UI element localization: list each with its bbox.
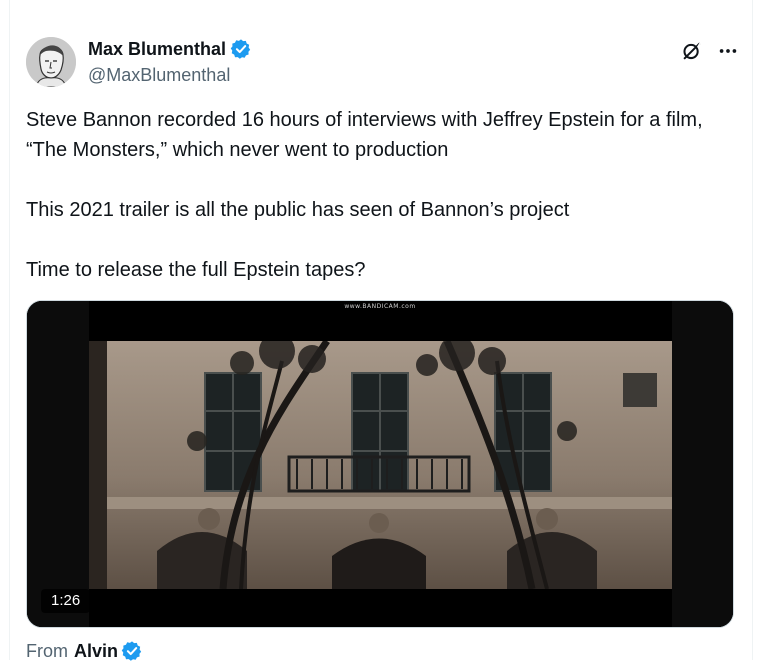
tweet-paragraph-1: Steve Bannon recorded 16 hours of interv… (26, 109, 703, 161)
source-account-link[interactable]: Alvin (74, 640, 118, 662)
video-player[interactable]: www.BANDICAM.com 1:26 (26, 300, 734, 628)
video-duration-badge: 1:26 (41, 589, 91, 613)
author-name-row: Max Blumenthal (88, 38, 252, 60)
tweet-text: Steve Bannon recorded 16 hours of interv… (26, 105, 736, 285)
tweet-paragraph-3: Time to release the full Epstein tapes? (26, 259, 366, 281)
tweet-top-actions (681, 40, 739, 62)
grok-icon[interactable] (681, 40, 703, 62)
tweet-paragraph-2: This 2021 trailer is all the public has … (26, 199, 570, 221)
video-attribution: From Alvin (26, 640, 143, 662)
verified-badge-icon (121, 640, 143, 662)
video-watermark: www.BANDICAM.com (344, 303, 416, 310)
video-thumbnail (27, 301, 733, 627)
author-display-name[interactable]: Max Blumenthal (88, 38, 226, 60)
from-label: From (26, 641, 68, 661)
author-handle[interactable]: @MaxBlumenthal (88, 64, 230, 86)
more-options-icon[interactable] (717, 40, 739, 62)
verified-badge-icon (230, 38, 252, 60)
sketch-portrait-avatar-icon (26, 37, 76, 87)
author-avatar[interactable] (26, 37, 76, 87)
